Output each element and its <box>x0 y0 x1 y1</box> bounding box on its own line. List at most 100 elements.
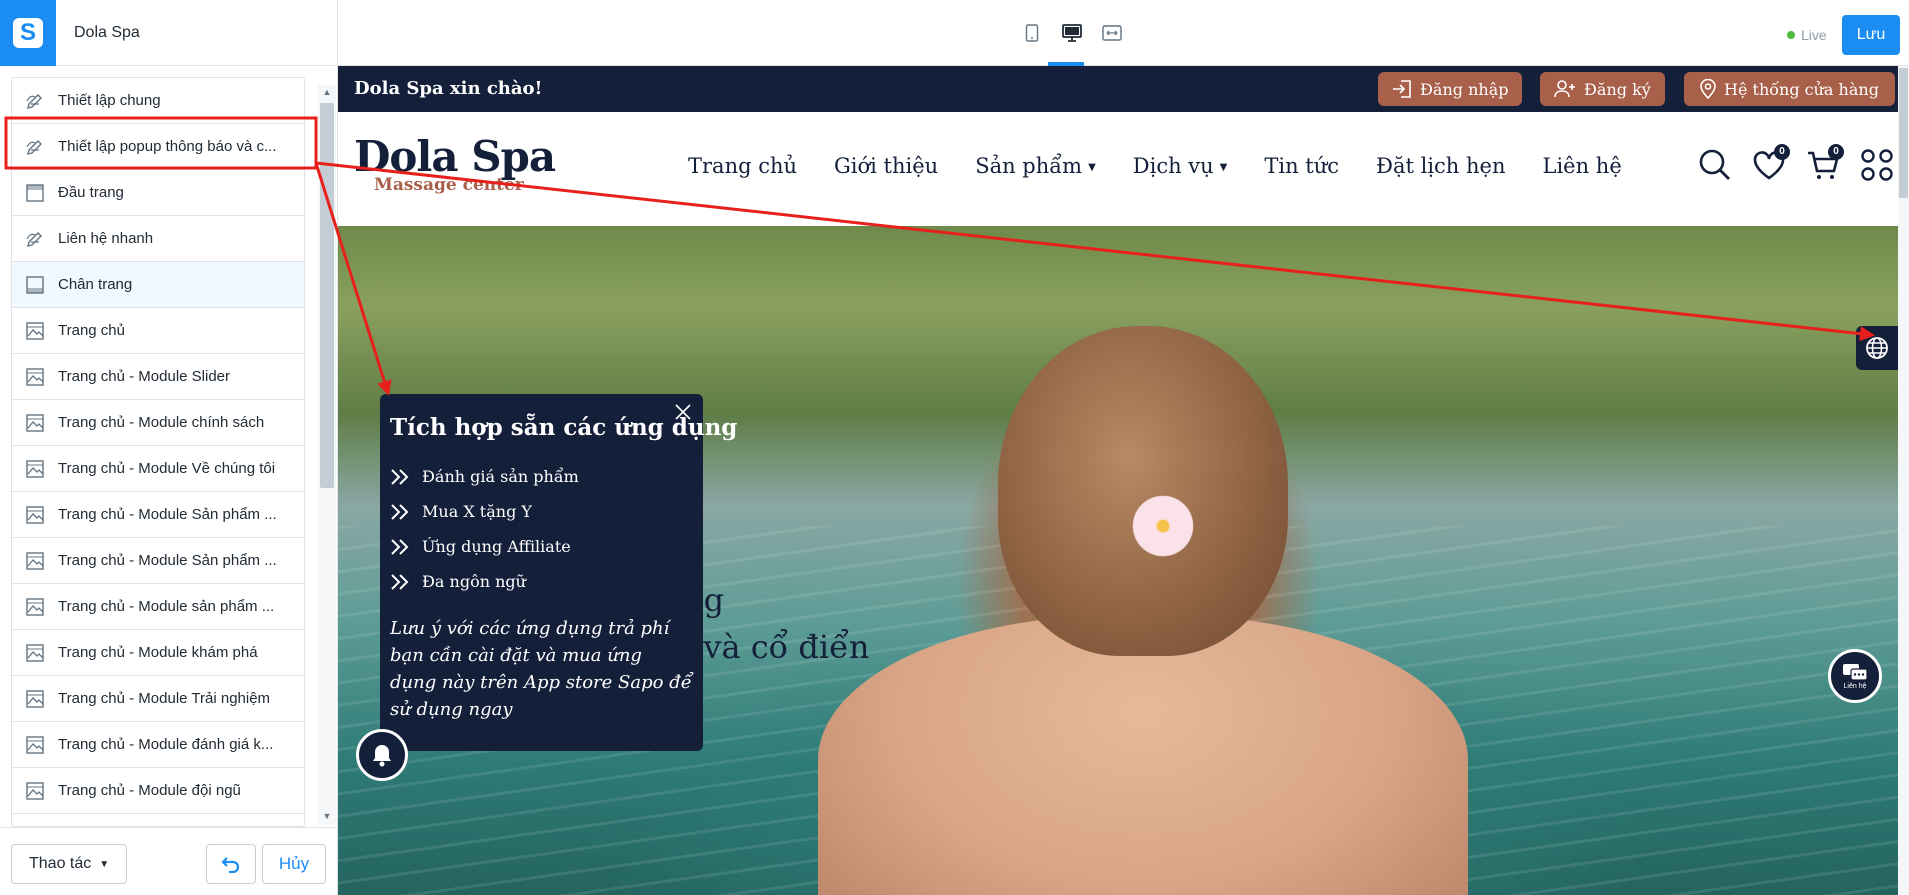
sidebar-section-item[interactable]: Trang chủ - Module Trải nghiệm <box>12 676 304 722</box>
header-icons: 0 0 <box>1698 144 1896 184</box>
nav-item[interactable]: Trang chủ <box>688 154 797 178</box>
sidebar-section-label: Trang chủ - Module Về chúng tôi <box>58 460 276 477</box>
close-icon[interactable] <box>673 402 693 422</box>
nav-item[interactable]: Tin tức <box>1264 154 1339 178</box>
live-label: Live <box>1801 27 1827 43</box>
sidebar-section-item[interactable]: Trang chủ - Module sản phẩm ... <box>12 584 304 630</box>
sidebar-section-item[interactable]: Thiết lập popup thông báo và c... <box>12 124 304 170</box>
image-layout-icon <box>24 688 46 710</box>
cart-count-badge: 0 <box>1828 144 1844 160</box>
map-pin-icon <box>1700 79 1716 99</box>
sidebar-section-item[interactable]: Chân trang <box>12 262 304 308</box>
login-button[interactable]: Đăng nhập <box>1378 72 1523 106</box>
device-switcher <box>1020 20 1124 46</box>
scroll-thumb[interactable] <box>320 103 334 488</box>
nav-item-label: Giới thiệu <box>834 154 939 178</box>
notification-bell-button[interactable] <box>356 729 408 781</box>
site-header: Dola Spa Massage center Trang chủ Giới th… <box>338 112 1898 226</box>
image-layout-icon <box>24 734 46 756</box>
login-label: Đăng nhập <box>1420 79 1509 99</box>
flower-icon <box>1128 491 1198 561</box>
image-layout-icon <box>24 366 46 388</box>
sidebar-section-item[interactable]: Trang chủ - Module chính sách <box>12 400 304 446</box>
site-topbar: Dola Spa xin chào! Đăng nhập Đăng ký Hệ … <box>338 66 1898 112</box>
sidebar-section-item[interactable]: Trang chủ - Module Sản phẩm ... <box>12 492 304 538</box>
image-layout-icon <box>24 550 46 572</box>
language-globe-button[interactable] <box>1856 326 1898 370</box>
undo-button[interactable] <box>206 844 256 884</box>
sidebar-section-item[interactable]: Liên hệ nhanh <box>12 216 304 262</box>
sidebar-footer: Thao tác ▼ Hủy <box>0 827 337 895</box>
live-dot-icon <box>1787 31 1795 39</box>
sidebar-section-item[interactable]: Trang chủ - Module Sản phẩm ... <box>12 538 304 584</box>
sidebar-section-label: Trang chủ - Module sản phẩm ... <box>58 598 275 615</box>
fullwidth-view-icon[interactable] <box>1100 20 1124 46</box>
double-chevron-icon <box>391 468 409 485</box>
popup-title: Tích hợp sẵn các ứng dụng <box>390 414 738 441</box>
desktop-view-icon[interactable] <box>1060 20 1084 46</box>
chat-icon <box>1843 663 1868 681</box>
sections-sidebar: Thiết lập chung Thiết lập popup thông báo… <box>0 67 337 827</box>
register-label: Đăng ký <box>1584 79 1651 99</box>
search-icon[interactable] <box>1698 148 1734 184</box>
nav-item[interactable]: Dịch vụ ▼ <box>1133 154 1228 178</box>
editor-topbar: S Dola Spa Live Lưu <box>0 0 1909 66</box>
register-button[interactable]: Đăng ký <box>1540 72 1665 106</box>
sidebar-section-item[interactable]: Trang chủ - Module Về chúng tôi <box>12 446 304 492</box>
sidebar-section-label: Đầu trang <box>58 184 124 201</box>
image-layout-icon <box>24 458 46 480</box>
sidebar-section-item[interactable]: Trang chủ <box>12 308 304 354</box>
actions-label: Thao tác <box>29 855 92 872</box>
popup-note: Lưu ý với các ứng dụng trả phí bạn cần c… <box>390 618 692 720</box>
image-layout-icon <box>24 412 46 434</box>
cart-icon[interactable]: 0 <box>1806 144 1844 184</box>
popup-feature-label: Mua X tặng Y <box>422 502 532 521</box>
image-layout-icon <box>24 320 46 342</box>
caret-down-icon: ▼ <box>1088 162 1096 173</box>
sidebar-section-label: Liên hệ nhanh <box>58 230 154 247</box>
quick-contact-label: Liên hệ <box>1843 682 1867 690</box>
nav-item[interactable]: Liên hệ <box>1543 154 1622 178</box>
brush-icon <box>24 136 46 158</box>
preview-scroll-thumb[interactable] <box>1899 68 1908 198</box>
menu-grid-icon[interactable] <box>1860 148 1896 184</box>
section-list: Thiết lập chung Thiết lập popup thông báo… <box>11 77 305 827</box>
sidebar-section-item[interactable]: Trang chủ - Module khám phá <box>12 630 304 676</box>
cancel-button[interactable]: Hủy <box>262 844 326 884</box>
sidebar-section-item[interactable]: Đầu trang <box>12 170 304 216</box>
scroll-up-icon[interactable]: ▲ <box>322 87 332 97</box>
quick-contact-button[interactable]: Liên hệ <box>1828 649 1882 703</box>
nav-item[interactable]: Đặt lịch hẹn <box>1376 154 1505 178</box>
sidebar-section-item[interactable]: Trang chủ - Module đội ngũ <box>12 768 304 814</box>
image-layout-icon <box>24 596 46 618</box>
scroll-down-icon[interactable]: ▼ <box>322 811 332 821</box>
live-status: Live <box>1787 27 1827 43</box>
popup-feature-label: Đánh giá sản phẩm <box>422 467 579 486</box>
save-button[interactable]: Lưu <box>1842 15 1900 55</box>
wishlist-icon[interactable]: 0 <box>1752 144 1790 184</box>
site-logo[interactable]: Dola Spa Massage center <box>354 132 556 195</box>
sidebar-section-item[interactable]: Trang chủ - Module Slider <box>12 354 304 400</box>
mobile-view-icon[interactable] <box>1020 20 1044 46</box>
caret-down-icon: ▼ <box>99 858 110 870</box>
apps-popup: Tích hợp sẵn các ứng dụng Đánh giá sản p… <box>380 394 738 751</box>
popup-feature-label: Ứng dụng Affiliate <box>422 537 571 556</box>
footer-layout-icon <box>24 274 46 296</box>
nav-item[interactable]: Sản phẩm ▼ <box>975 154 1096 178</box>
sidebar-section-item[interactable]: Trang chủ - Module đánh giá k... <box>12 722 304 768</box>
sidebar-section-item[interactable]: Thiết lập chung <box>12 78 304 124</box>
sidebar-section-label: Trang chủ - Module Trải nghiệm <box>58 690 271 707</box>
globe-icon <box>1866 337 1888 359</box>
image-layout-icon <box>24 642 46 664</box>
sidebar-section-label: Thiết lập popup thông báo và c... <box>58 138 277 155</box>
store-locator-button[interactable]: Hệ thống cửa hàng <box>1684 72 1895 106</box>
popup-feature-item: Mua X tặng Y <box>390 494 693 529</box>
nav-item[interactable]: Giới thiệu <box>834 154 938 178</box>
popup-feature-item: Ứng dụng Affiliate <box>390 529 693 564</box>
actions-dropdown[interactable]: Thao tác ▼ <box>11 844 127 884</box>
preview-scrollbar[interactable] <box>1898 66 1909 895</box>
bell-icon <box>373 745 391 767</box>
popup-feature-label: Đa ngôn ngữ <box>422 572 526 591</box>
sapo-logo[interactable]: S <box>0 0 56 66</box>
sidebar-scrollbar[interactable]: ▲ ▼ <box>318 85 336 825</box>
